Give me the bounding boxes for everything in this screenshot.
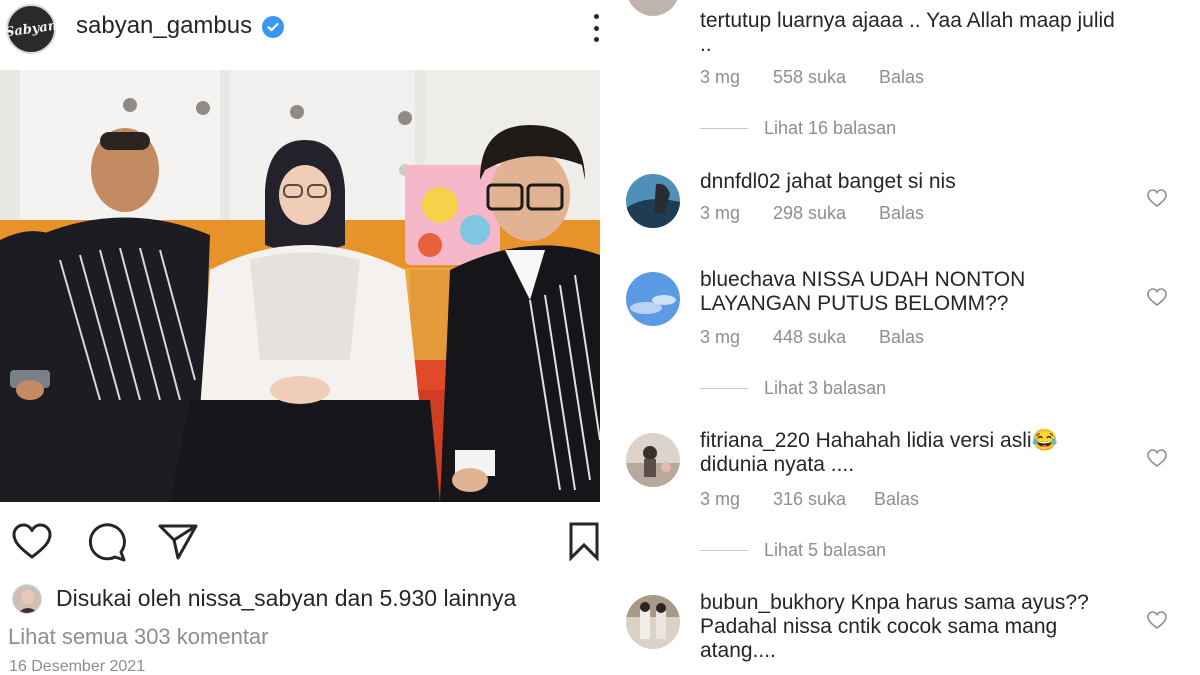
view-replies[interactable]: Lihat 5 balasan (700, 540, 886, 561)
post-photo[interactable] (0, 70, 600, 502)
view-replies[interactable]: Lihat 3 balasan (700, 378, 886, 399)
heart-outline-icon[interactable] (1146, 448, 1168, 468)
post-header: Sabyan sabyan_gambus (0, 0, 600, 56)
heart-outline-icon[interactable] (1146, 610, 1168, 630)
profile-avatar[interactable]: Sabyan (4, 4, 58, 54)
comment-text: bluechava NISSA UDAH NONTON LAYANGAN PUT… (700, 268, 1026, 315)
bookmark-icon[interactable] (566, 520, 600, 564)
likes-username[interactable]: nissa_sabyan (188, 585, 329, 611)
comment-likes[interactable]: 316 suka (773, 489, 874, 510)
comment-avatar[interactable] (626, 0, 680, 16)
reply-button[interactable]: Balas (874, 489, 919, 510)
post-date: 16 Desember 2021 (9, 658, 146, 675)
heart-icon[interactable] (10, 520, 54, 564)
comment-avatar[interactable] (626, 433, 680, 487)
view-replies[interactable]: Lihat 16 balasan (700, 118, 896, 139)
replies-divider-line (700, 128, 748, 129)
avatar-logo-text: Sabyan (4, 17, 58, 41)
comment-avatar[interactable] (626, 272, 680, 326)
post-panel: Sabyan sabyan_gambus Disukai oleh nissa_… (0, 0, 600, 675)
comment-likes[interactable]: 298 suka (773, 203, 879, 224)
comments-panel: tertutup luarnya ajaaa .. Yaa Allah maap… (610, 0, 1200, 675)
reply-button[interactable]: Balas (879, 203, 924, 224)
liker-avatar[interactable] (12, 584, 42, 614)
likes-count[interactable]: 5.930 lainnya (380, 585, 517, 611)
view-replies-label[interactable]: Lihat 3 balasan (764, 378, 886, 399)
paper-plane-icon[interactable] (156, 520, 200, 564)
comment-username[interactable]: bubun_bukhory (700, 591, 845, 614)
verified-badge-icon (262, 16, 284, 38)
heart-outline-icon[interactable] (1146, 287, 1168, 307)
comment-time: 3 mg (700, 203, 741, 223)
replies-divider-line (700, 388, 748, 389)
view-replies-label[interactable]: Lihat 5 balasan (764, 540, 886, 561)
reply-button[interactable]: Balas (879, 327, 924, 348)
comment-likes[interactable]: 558 suka (773, 67, 879, 88)
comment-meta: 3 mg 316 suka Balas (700, 489, 919, 510)
comment-likes[interactable]: 448 suka (773, 327, 879, 348)
comment-avatar[interactable] (626, 174, 680, 228)
comment-meta: 3 mg 298 suka Balas (700, 203, 924, 224)
comment-username[interactable]: bluechava (700, 268, 796, 291)
comment-bubble-icon[interactable] (84, 520, 128, 564)
likes-text[interactable]: Disukai oleh nissa_sabyan dan 5.930 lain… (56, 585, 516, 612)
comment-time: 3 mg (700, 327, 741, 347)
comment-username[interactable]: fitriana_220 (700, 429, 810, 452)
reply-button[interactable]: Balas (879, 67, 924, 88)
comment-time: 3 mg (700, 67, 741, 87)
comment-text: bubun_bukhory Knpa harus sama ayus?? Pad… (700, 591, 1089, 662)
comment-avatar[interactable] (626, 595, 680, 649)
likes-row: Disukai oleh nissa_sabyan dan 5.930 lain… (0, 582, 600, 616)
comment-time: 3 mg (700, 489, 741, 509)
comment-meta: 3 mg 448 suka Balas (700, 327, 924, 348)
view-all-comments-link[interactable]: Lihat semua 303 komentar (8, 624, 269, 650)
panel-divider (600, 0, 610, 675)
post-username[interactable]: sabyan_gambus (76, 12, 252, 40)
view-replies-label[interactable]: Lihat 16 balasan (764, 118, 896, 139)
comment-text: fitriana_220 Hahahah lidia versi asli😂 d… (700, 429, 1058, 476)
replies-divider-line (700, 550, 748, 551)
comment-username[interactable]: dnnfdl02 (700, 170, 781, 193)
post-actions (0, 520, 600, 564)
comment-text: tertutup luarnya ajaaa .. Yaa Allah maap… (700, 9, 1115, 56)
comment-meta: 3 mg 558 suka Balas (700, 67, 924, 88)
comment-text: dnnfdl02 jahat banget si nis (700, 170, 956, 193)
heart-outline-icon[interactable] (1146, 188, 1168, 208)
